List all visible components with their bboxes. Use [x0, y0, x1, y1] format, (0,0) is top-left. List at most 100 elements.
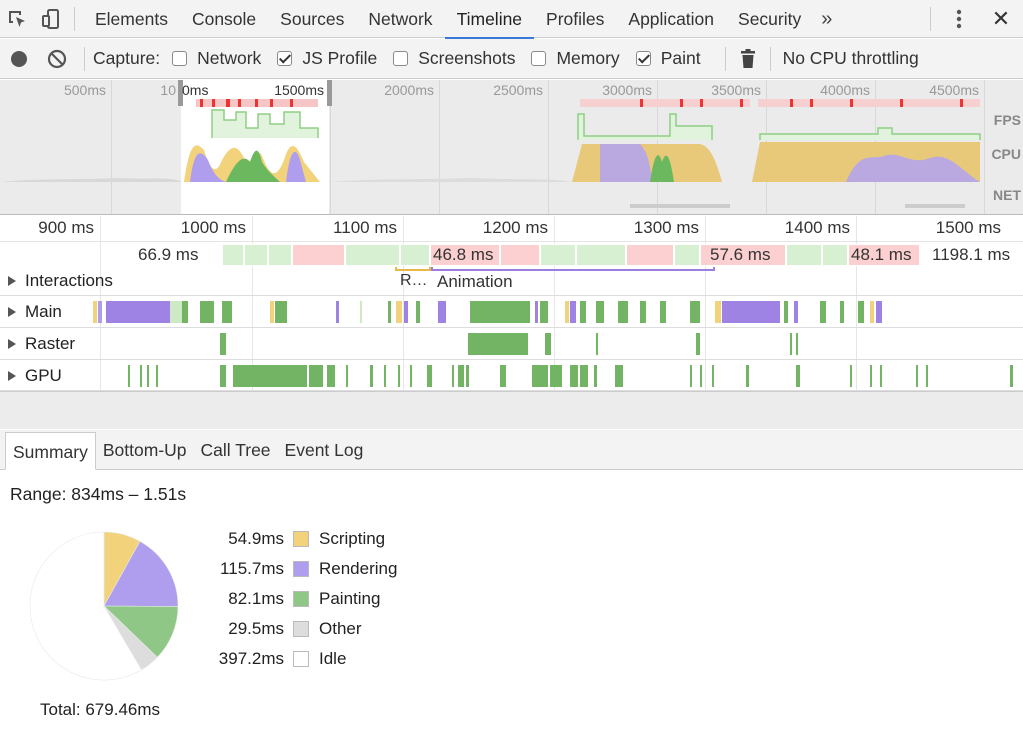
inspect-element-icon[interactable] [0, 0, 34, 38]
memory-checkbox-label: Memory [556, 48, 620, 68]
main-task [715, 301, 721, 323]
network-checkbox-box[interactable] [172, 51, 188, 66]
tab-sources[interactable]: Sources [268, 0, 356, 38]
record-button[interactable] [0, 39, 38, 79]
main-task [690, 301, 700, 323]
gpu-track[interactable]: GPU [0, 361, 1023, 391]
net-bar [630, 204, 730, 208]
tabbar-separator-right [930, 7, 931, 31]
legend-value: 115.7ms [220, 559, 284, 578]
frame-bar[interactable] [400, 244, 430, 266]
interaction-item[interactable]: R… [400, 272, 428, 290]
memory-checkbox-box[interactable] [531, 51, 547, 66]
tab-timeline[interactable]: Timeline [444, 0, 535, 39]
main-task [170, 301, 182, 323]
js-profile-checkbox-box[interactable] [277, 51, 293, 66]
fps-marker [900, 99, 903, 107]
device-toolbar-icon[interactable] [34, 0, 68, 38]
main-track[interactable]: Main [0, 297, 1023, 328]
screenshots-checkbox-box[interactable] [393, 51, 409, 66]
network-checkbox[interactable]: Network [172, 48, 261, 69]
timeline-ruler: 900 ms 1000 ms 1100 ms 1200 ms 1300 ms 1… [0, 216, 1023, 242]
gpu-task [370, 365, 373, 387]
frame-bar[interactable] [222, 244, 244, 266]
more-tabs-button[interactable]: » [813, 0, 840, 38]
frame-bar[interactable] [540, 244, 576, 266]
paint-checkbox-label: Paint [660, 48, 701, 68]
gpu-task [690, 365, 692, 387]
raster-chart[interactable] [0, 329, 1023, 360]
js-profile-checkbox[interactable]: JS Profile [277, 48, 377, 69]
tab-elements[interactable]: Elements [83, 0, 180, 38]
tabbar-separator [74, 6, 75, 31]
fps-marker [640, 99, 643, 107]
clear-button[interactable] [38, 39, 76, 79]
main-task [596, 301, 604, 323]
main-task [876, 301, 882, 323]
timeline-toolbar: Capture: Network JS Profile Screenshots … [0, 39, 1023, 79]
raster-track[interactable]: Raster [0, 329, 1023, 360]
main-task [840, 301, 844, 323]
timeline-overview[interactable]: 500ms 10 0ms 1500ms 2000ms 2500ms 3000ms… [0, 80, 1023, 215]
js-profile-checkbox-label: JS Profile [302, 48, 378, 68]
main-task [182, 301, 188, 323]
frame-bar[interactable] [292, 244, 345, 266]
frame-bar[interactable] [786, 244, 822, 266]
screenshots-checkbox[interactable]: Screenshots [393, 48, 515, 69]
legend-swatch [293, 591, 309, 607]
frame-bar[interactable] [674, 244, 700, 266]
memory-checkbox[interactable]: Memory [531, 48, 620, 69]
gpu-task [220, 365, 226, 387]
details-tabbar: Summary Bottom-Up Call Tree Event Log [0, 430, 1023, 470]
main-task [870, 301, 874, 323]
panel-splitter[interactable] [0, 391, 1023, 429]
gpu-task [550, 365, 562, 387]
main-task [98, 301, 102, 323]
frame-bar[interactable] [626, 244, 674, 266]
frame-bar[interactable] [576, 244, 626, 266]
frame-bar[interactable] [345, 244, 400, 266]
gpu-task [570, 365, 578, 387]
cpu-rendering-area [600, 144, 652, 182]
frame-bar[interactable] [268, 244, 292, 266]
subtab-event-log[interactable]: Event Log [278, 431, 371, 469]
tab-application[interactable]: Application [616, 0, 726, 38]
customize-menu-icon[interactable] [939, 0, 979, 38]
fps-marker [270, 99, 273, 107]
legend-value: 397.2ms [218, 649, 284, 668]
tab-network[interactable]: Network [356, 0, 444, 38]
interaction-item[interactable]: Animation [437, 272, 513, 292]
legend-value: 82.1ms [228, 589, 284, 608]
interactions-track[interactable]: Interactions R… Animation [0, 267, 1023, 296]
main-flame-chart[interactable] [0, 297, 1023, 328]
ruler-tick: 1300 ms [633, 218, 699, 237]
frame-bar[interactable] [500, 244, 540, 266]
tab-profiles[interactable]: Profiles [534, 0, 616, 38]
fps-marker [680, 99, 683, 107]
gpu-chart[interactable] [0, 361, 1023, 391]
subtab-summary[interactable]: Summary [5, 432, 96, 470]
close-devtools-button[interactable]: ✕ [979, 0, 1023, 38]
frame-bar[interactable] [244, 244, 268, 266]
raster-task [596, 333, 598, 355]
main-task [618, 301, 628, 323]
legend-value: 54.9ms [228, 529, 284, 548]
expand-triangle-icon[interactable] [8, 276, 16, 286]
gpu-task [452, 365, 454, 387]
summary-pie-chart [29, 531, 179, 681]
legend-value: 29.5ms [228, 619, 284, 638]
cpu-throttling-select[interactable]: No CPU throttling [783, 48, 919, 69]
tab-console[interactable]: Console [180, 0, 268, 38]
main-task [565, 301, 569, 323]
subtab-call-tree[interactable]: Call Tree [194, 431, 278, 469]
main-task [106, 301, 170, 323]
legend-name: Other [319, 619, 362, 638]
paint-checkbox[interactable]: Paint [635, 48, 701, 69]
tab-security[interactable]: Security [726, 0, 813, 38]
subtab-bottom-up[interactable]: Bottom-Up [96, 431, 194, 469]
garbage-collect-icon[interactable] [734, 39, 762, 79]
frame-bar[interactable] [822, 244, 848, 266]
paint-checkbox-box[interactable] [635, 51, 651, 66]
frame-duration: 66.9 ms [138, 245, 199, 264]
capture-label: Capture: [93, 48, 161, 68]
